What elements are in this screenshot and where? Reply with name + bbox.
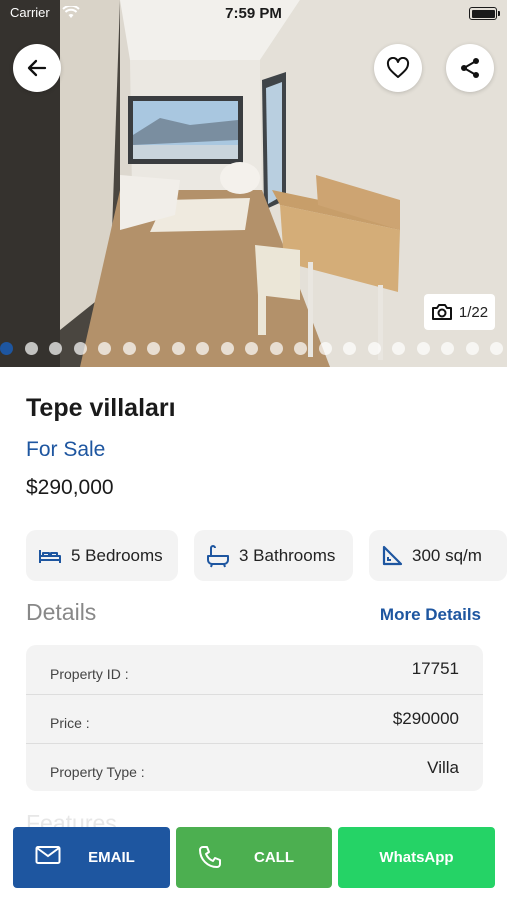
bathrooms-label: 3 Bathrooms [239,545,336,565]
gallery-dot[interactable] [416,342,430,355]
detail-row-property-type: Property Type : Villa [26,743,483,791]
gallery-dot[interactable] [73,342,87,355]
detail-label: Property Type : [50,764,145,780]
more-details-link[interactable]: More Details [380,605,481,625]
gallery-dot[interactable] [245,342,258,355]
area-icon [382,545,403,565]
gallery-dot[interactable] [49,342,62,355]
gallery-dot[interactable] [147,342,160,355]
detail-value: $290000 [392,709,459,728]
detail-value: 17751 [411,659,459,678]
camera-icon [431,304,452,320]
arrow-left-icon [27,59,47,77]
share-button[interactable] [446,44,494,92]
gallery-dot[interactable] [490,342,503,355]
heart-icon [386,57,410,78]
email-button-label: EMAIL [88,849,135,866]
contact-action-bar: EMAIL CALL WhatsApp [0,818,507,900]
detail-row-property-id: Property ID : 17751 [26,645,483,694]
status-time: 7:59 PM [225,5,282,22]
details-heading: Details [26,599,97,625]
detail-label: Property ID : [50,666,129,682]
gallery-dot[interactable] [122,342,136,355]
gallery-dot[interactable] [220,342,234,355]
favorite-button[interactable] [374,44,422,92]
gallery-dot[interactable] [98,342,111,355]
back-button[interactable] [13,44,61,92]
gallery-dot[interactable] [196,342,209,355]
bedrooms-label: 5 Bedrooms [71,545,163,565]
gallery-pagination-dots[interactable] [0,342,507,356]
bed-icon [39,549,61,563]
detail-value: Villa [427,758,459,777]
detail-label: Price : [50,715,90,731]
detail-row-price: Price : $290000 [26,694,483,743]
photo-counter[interactable]: 1/22 [424,294,495,330]
whatsapp-button-label: WhatsApp [379,849,454,866]
property-photo[interactable]: Carrier 7:59 PM 1/22 [0,0,507,367]
gallery-dot[interactable] [24,342,38,355]
listing-status: For Sale [26,438,106,461]
area-chip: 300 sq/m [369,530,507,581]
gallery-dot[interactable] [269,342,283,355]
bedrooms-chip: 5 Bedrooms [26,530,178,581]
bath-icon [207,544,229,567]
whatsapp-button[interactable]: WhatsApp [338,827,495,888]
battery-icon [469,7,500,20]
area-label: 300 sq/m [412,545,482,565]
property-price: $290,000 [26,476,114,499]
call-button[interactable]: CALL [176,827,332,888]
gallery-dot[interactable] [441,342,454,355]
gallery-dot[interactable] [318,342,332,355]
status-bar: Carrier 7:59 PM [0,0,507,28]
gallery-dot[interactable] [392,342,405,355]
bathrooms-chip: 3 Bathrooms [194,530,353,581]
details-table: Property ID : 17751 Price : $290000 Prop… [26,645,483,791]
gallery-dot[interactable] [465,342,479,355]
gallery-dot[interactable] [367,342,381,355]
call-button-label: CALL [254,849,294,866]
share-icon [461,58,479,78]
gallery-dot[interactable] [343,342,356,355]
email-button[interactable]: EMAIL [13,827,170,888]
gallery-dot[interactable] [171,342,185,355]
photo-counter-text: 1/22 [458,303,489,321]
property-title: Tepe villaları [26,394,176,422]
gallery-dot[interactable] [294,342,307,355]
gallery-dot[interactable] [0,342,13,355]
